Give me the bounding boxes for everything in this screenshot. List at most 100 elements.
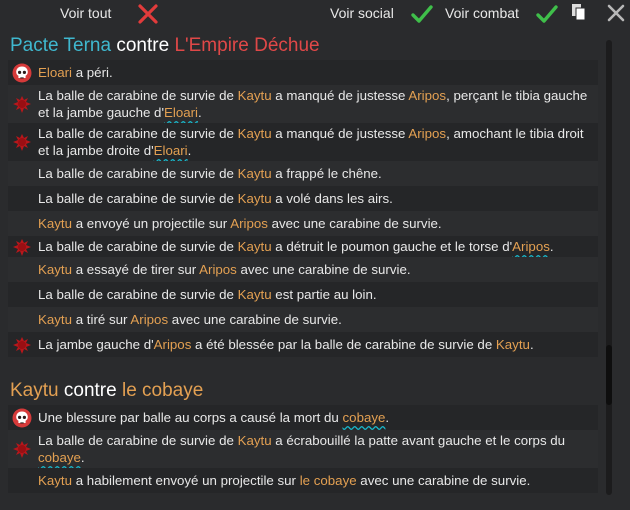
log-text: La balle de carabine de survie de <box>38 239 238 254</box>
scrollbar[interactable] <box>606 40 612 495</box>
character-name: le cobaye <box>299 473 357 488</box>
character-name: Kaytu <box>237 88 272 103</box>
log-text: . <box>187 143 192 158</box>
section-title-1: Pacte Terna contre L'Empire Déchue <box>8 32 598 60</box>
log-text: avec une carabine de survie. <box>236 262 411 277</box>
close-x-icon <box>607 4 625 22</box>
character-name: Aripos <box>130 312 169 327</box>
log-text: avec une carabine de survie. <box>168 312 342 327</box>
character-name: Aripos <box>230 216 268 231</box>
log-text: a manqué de justesse <box>271 88 409 103</box>
log-entry: Kaytu a envoyé un projectile sur Aripos … <box>8 211 598 236</box>
section-title-2: Kaytu contre le cobaye <box>8 377 598 405</box>
log-text: a essayé de tirer sur <box>72 262 200 277</box>
character-name: Eloari <box>38 65 72 80</box>
show-combat-label: Voir combat <box>445 5 519 21</box>
log-text: La jambe gauche d' <box>38 337 154 352</box>
log-entry: La balle de carabine de survie de Kaytu … <box>8 123 598 161</box>
log-text: . <box>385 410 390 425</box>
log-text: . <box>529 337 534 352</box>
log-text: Une blessure par balle au corps a causé … <box>38 410 343 425</box>
log-entry-text: La balle de carabine de survie de Kaytu … <box>38 433 565 465</box>
show-social-toggle[interactable] <box>410 3 434 28</box>
section-1-entries: Eloari a péri. La balle de carabine de su… <box>8 60 598 357</box>
log-text: a tiré sur <box>72 312 131 327</box>
log-text: a manqué de justesse <box>271 126 409 141</box>
checkmark-icon <box>411 5 433 23</box>
log-entry-text: La balle de carabine de survie de Kaytu … <box>38 88 587 120</box>
log-entry: La balle de carabine de survie de Kaytu … <box>8 186 598 211</box>
blood-splatter-icon <box>13 336 31 354</box>
show-social-label: Voir social <box>330 5 394 21</box>
log-text: . <box>198 105 202 120</box>
log-entry-text: Kaytu a essayé de tirer sur Aripos avec … <box>38 262 411 277</box>
character-name: Kaytu <box>237 287 272 302</box>
log-text: . <box>549 239 554 254</box>
log-entry: Kaytu a essayé de tirer sur Aripos avec … <box>8 257 598 282</box>
log-entry-text: La balle de carabine de survie de Kaytu … <box>38 126 584 158</box>
log-entry-text: La balle de carabine de survie de Kaytu … <box>38 191 393 206</box>
character-name: Aripos <box>408 88 447 103</box>
log-text: avec une carabine de survie. <box>356 473 531 488</box>
log-text: La balle de carabine de survie de <box>38 287 238 302</box>
combat-log: Pacte Terna contre L'Empire Déchue Eloar… <box>8 32 598 510</box>
log-text: a péri. <box>72 65 113 80</box>
character-name: Kaytu <box>237 239 272 254</box>
log-text: a volé dans les airs. <box>271 191 393 206</box>
log-entry-text: Une blessure par balle au corps a causé … <box>38 410 389 425</box>
log-text: est partie au loin. <box>271 287 377 302</box>
toolbar: Voir tout Voir social Voir combat <box>0 0 630 28</box>
log-entry-text: La balle de carabine de survie de Kaytu … <box>38 166 382 181</box>
character-name: Kaytu <box>237 191 272 206</box>
show-all-label: Voir tout <box>60 5 112 21</box>
character-name: Kaytu <box>495 337 530 352</box>
character-name: Kaytu <box>237 126 272 141</box>
character-name: cobaye <box>342 410 386 425</box>
character-name: Kaytu <box>237 433 272 448</box>
skull-icon <box>12 408 32 427</box>
log-entry: La balle de carabine de survie de Kaytu … <box>8 161 598 186</box>
log-text: a écrabouillé la patte avant gauche et l… <box>271 433 566 448</box>
log-entry: Kaytu a tiré sur Aripos avec une carabin… <box>8 307 598 332</box>
log-text: . <box>80 450 85 465</box>
log-entry-text: La jambe gauche d'Aripos a été blessée p… <box>38 337 534 352</box>
close-x-icon <box>138 4 158 24</box>
show-combat-toggle[interactable] <box>535 3 559 28</box>
log-text: a envoyé un projectile sur <box>72 216 231 231</box>
log-text: La balle de carabine de survie de <box>38 166 238 181</box>
character-name: Kaytu <box>38 216 73 231</box>
log-entry-text: La balle de carabine de survie de Kaytu … <box>38 287 377 302</box>
log-entry: La balle de carabine de survie de Kaytu … <box>8 236 598 257</box>
copy-icon <box>572 4 586 21</box>
log-text: La balle de carabine de survie de <box>38 126 238 141</box>
log-text: La balle de carabine de survie de <box>38 88 238 103</box>
close-button[interactable] <box>605 2 627 27</box>
character-name: Kaytu <box>237 166 272 181</box>
blood-splatter-icon <box>13 238 31 256</box>
copy-button[interactable] <box>571 3 587 24</box>
log-entry-text: Kaytu a envoyé un projectile sur Aripos … <box>38 216 442 231</box>
log-text: a détruit le poumon gauche et le torse d… <box>271 239 513 254</box>
checkmark-icon <box>536 5 558 23</box>
log-text: a été blessée par la balle de carabine d… <box>191 337 496 352</box>
log-text: avec une carabine de survie. <box>267 216 442 231</box>
character-name: Aripos <box>512 239 550 254</box>
log-entry-text: Kaytu a tiré sur Aripos avec une carabin… <box>38 312 342 327</box>
character-name: Kaytu <box>38 262 73 277</box>
log-entry-text: La balle de carabine de survie de Kaytu … <box>38 239 554 254</box>
versus-label: contre <box>58 380 122 401</box>
faction-b: L'Empire Déchue <box>174 35 320 56</box>
log-entry: Eloari a péri. <box>8 60 598 85</box>
log-entry: Une blessure par balle au corps a causé … <box>8 405 598 430</box>
skull-icon <box>12 63 32 82</box>
versus-label: contre <box>111 35 175 56</box>
character-name: Eloari <box>164 105 198 120</box>
character-name: cobaye <box>38 450 81 465</box>
log-entry-text: Kaytu a habilement envoyé un projectile … <box>38 473 530 488</box>
log-entry: La balle de carabine de survie de Kaytu … <box>8 85 598 123</box>
scrollbar-thumb[interactable] <box>606 345 612 405</box>
log-entry: La balle de carabine de survie de Kaytu … <box>8 282 598 307</box>
character-name: Aripos <box>408 126 447 141</box>
show-all-toggle[interactable] <box>137 3 159 28</box>
log-entry: Kaytu a habilement envoyé un projectile … <box>8 468 598 493</box>
